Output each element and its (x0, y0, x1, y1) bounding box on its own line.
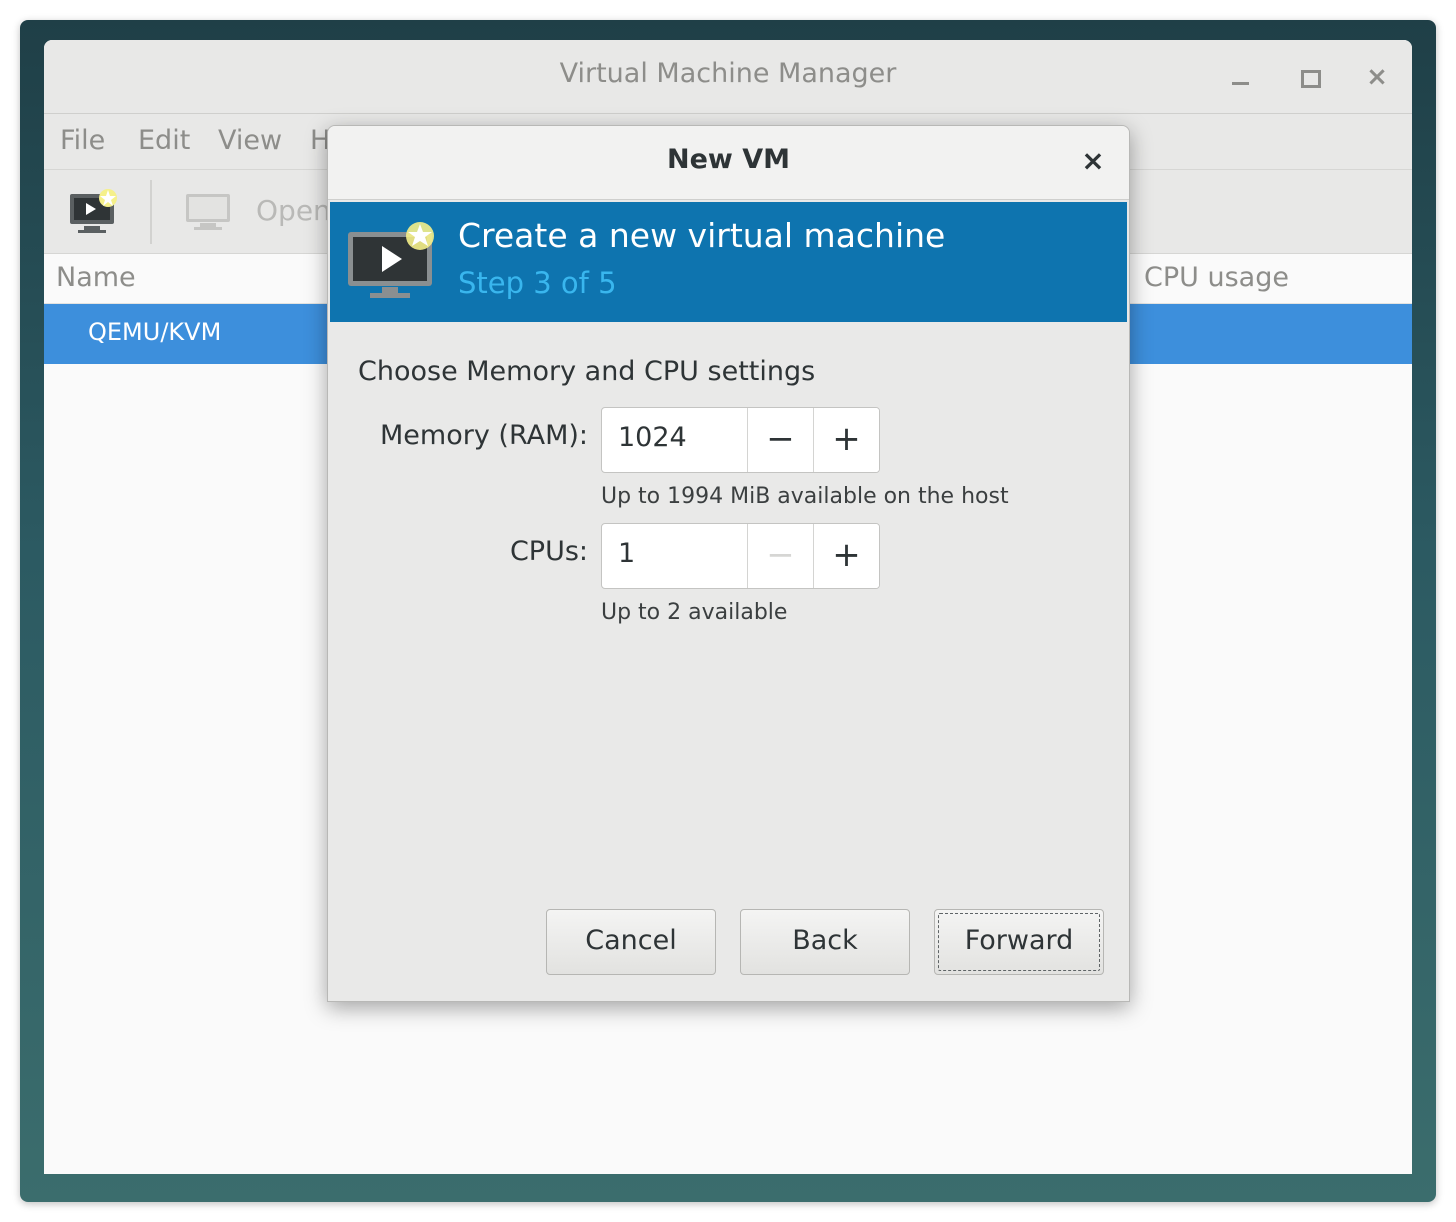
memory-hint: Up to 1994 MiB available on the host (601, 484, 1009, 509)
forward-button[interactable]: Forward (934, 909, 1104, 975)
menu-file[interactable]: File (60, 125, 105, 156)
back-button[interactable]: Back (740, 909, 910, 975)
cpus-label: CPUs: (509, 536, 588, 567)
window-title: Virtual Machine Manager (559, 58, 897, 89)
open-button-label[interactable]: Open (256, 194, 331, 227)
toolbar-separator (150, 180, 152, 244)
maximize-icon[interactable] (1292, 60, 1326, 94)
cpus-input[interactable]: 1 (618, 538, 635, 569)
cancel-button[interactable]: Cancel (546, 909, 716, 975)
cpus-increase-button[interactable]: + (813, 524, 879, 588)
cpus-decrease-button: − (747, 524, 813, 588)
dialog-titlebar: New VM × (328, 126, 1129, 200)
memory-spinner[interactable]: 1024 − + (601, 407, 880, 473)
cpus-hint: Up to 2 available (601, 600, 788, 625)
column-name-header[interactable]: Name (56, 262, 136, 293)
new-vm-dialog: New VM × Create a new virtual machine St… (327, 125, 1130, 1002)
menu-edit[interactable]: Edit (138, 125, 190, 156)
close-window-icon[interactable]: × (1360, 60, 1394, 94)
monitor-icon[interactable] (184, 192, 232, 232)
dialog-title: New VM (666, 144, 791, 175)
banner-step: Step 3 of 5 (458, 266, 617, 300)
banner-title: Create a new virtual machine (458, 216, 946, 255)
cpus-spinner[interactable]: 1 − + (601, 523, 880, 589)
memory-input[interactable]: 1024 (618, 422, 687, 453)
memory-increase-button[interactable]: + (813, 408, 879, 472)
section-label: Choose Memory and CPU settings (358, 356, 816, 387)
wizard-banner: Create a new virtual machine Step 3 of 5 (330, 202, 1127, 322)
forward-button-label: Forward (964, 925, 1074, 956)
new-vm-toolbar-icon[interactable] (68, 188, 122, 236)
close-dialog-icon[interactable]: × (1076, 144, 1110, 178)
column-cpu-usage-header[interactable]: CPU usage (1144, 262, 1289, 293)
connection-label: QEMU/KVM (88, 318, 222, 346)
minimize-icon[interactable] (1224, 60, 1258, 94)
memory-decrease-button[interactable]: − (747, 408, 813, 472)
new-vm-icon (346, 220, 438, 302)
memory-label: Memory (RAM): (380, 420, 588, 451)
window-titlebar: Virtual Machine Manager × (44, 40, 1412, 114)
menu-view[interactable]: View (218, 125, 282, 156)
